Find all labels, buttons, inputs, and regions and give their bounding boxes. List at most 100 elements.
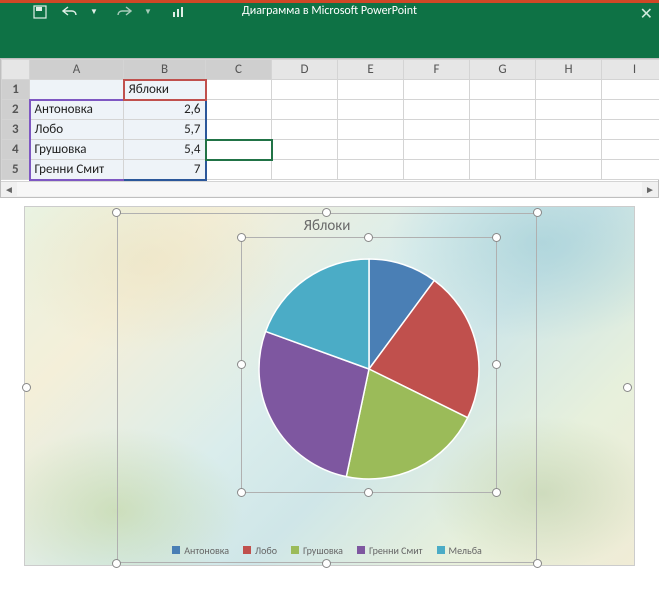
cell[interactable]: [536, 140, 602, 160]
cell[interactable]: [470, 160, 536, 180]
resize-handle[interactable]: [492, 360, 501, 369]
col-header[interactable]: G: [470, 60, 536, 80]
cell[interactable]: [470, 80, 536, 100]
row-header[interactable]: 5: [2, 160, 30, 180]
cell[interactable]: [536, 100, 602, 120]
cell-A4[interactable]: Грушовка: [30, 140, 124, 160]
resize-handle[interactable]: [112, 208, 121, 217]
save-icon[interactable]: [30, 2, 50, 22]
resize-handle[interactable]: [364, 488, 373, 497]
row-header[interactable]: 4: [2, 140, 30, 160]
legend-item[interactable]: Мельба: [437, 544, 482, 557]
col-header[interactable]: C: [206, 60, 272, 80]
cell[interactable]: [338, 120, 404, 140]
cell[interactable]: [206, 100, 272, 120]
redo-icon[interactable]: [114, 2, 134, 22]
resize-handle[interactable]: [533, 559, 542, 568]
legend-item[interactable]: Гренни Смит: [357, 544, 423, 557]
redo-dropdown-icon[interactable]: ▼: [138, 2, 158, 22]
horizontal-scrollbar[interactable]: ◄ ►: [1, 181, 658, 197]
resize-handle[interactable]: [533, 208, 542, 217]
cell[interactable]: [536, 80, 602, 100]
app-accent-bar: [0, 0, 659, 3]
cell[interactable]: [338, 100, 404, 120]
col-header[interactable]: F: [404, 60, 470, 80]
cell-A3[interactable]: Лобо: [30, 120, 124, 140]
spreadsheet[interactable]: A B C D E F G H I 1 Яблоки 2 Антоновка: [0, 58, 659, 198]
col-header[interactable]: H: [536, 60, 602, 80]
resize-handle[interactable]: [237, 360, 246, 369]
cell[interactable]: [602, 160, 659, 180]
resize-handle[interactable]: [237, 233, 246, 242]
cell[interactable]: [404, 140, 470, 160]
resize-handle[interactable]: [364, 233, 373, 242]
legend-swatch: [172, 546, 180, 554]
cell[interactable]: [404, 100, 470, 120]
cell[interactable]: [470, 100, 536, 120]
cell-B4[interactable]: 5,4: [124, 140, 206, 160]
cell[interactable]: [536, 160, 602, 180]
cell-A1[interactable]: [30, 80, 124, 100]
cell[interactable]: [470, 120, 536, 140]
col-header[interactable]: E: [338, 60, 404, 80]
undo-icon[interactable]: [60, 2, 80, 22]
resize-handle[interactable]: [623, 383, 632, 392]
resize-handle[interactable]: [492, 488, 501, 497]
chart-icon[interactable]: [168, 2, 188, 22]
cell[interactable]: [272, 80, 338, 100]
resize-handle[interactable]: [237, 488, 246, 497]
cell[interactable]: [338, 160, 404, 180]
close-icon[interactable]: ✕: [640, 4, 653, 24]
col-header[interactable]: B: [124, 60, 206, 80]
cell[interactable]: [272, 120, 338, 140]
cell[interactable]: [536, 120, 602, 140]
cell[interactable]: [338, 80, 404, 100]
resize-handle[interactable]: [22, 383, 31, 392]
scroll-right-icon[interactable]: ►: [642, 181, 658, 197]
legend-item[interactable]: Грушовка: [291, 544, 343, 557]
cell[interactable]: [602, 140, 659, 160]
cell[interactable]: [470, 140, 536, 160]
cell-A5[interactable]: Гренни Смит: [30, 160, 124, 180]
scroll-track[interactable]: [17, 182, 642, 196]
row-header[interactable]: 3: [2, 120, 30, 140]
undo-dropdown-icon[interactable]: ▼: [84, 2, 104, 22]
chart-selection-frame[interactable]: Яблоки Антоновка Лобо Грушовка Гренни См…: [117, 213, 537, 563]
cell-B2[interactable]: 2,6: [124, 100, 206, 120]
cell-B5[interactable]: 7: [124, 160, 206, 180]
cell[interactable]: [206, 120, 272, 140]
legend-item[interactable]: Антоновка: [172, 544, 229, 557]
cell[interactable]: [602, 80, 659, 100]
row-header[interactable]: 2: [2, 100, 30, 120]
select-all-cell[interactable]: [2, 60, 30, 80]
slide-background[interactable]: Яблоки Антоновка Лобо Грушовка Гренни См…: [24, 206, 635, 566]
cell[interactable]: [272, 100, 338, 120]
cell[interactable]: [602, 100, 659, 120]
cell[interactable]: [338, 140, 404, 160]
cell[interactable]: [404, 120, 470, 140]
resize-handle[interactable]: [112, 559, 121, 568]
chart-legend[interactable]: Антоновка Лобо Грушовка Гренни Смит Мель…: [117, 544, 537, 557]
scroll-left-icon[interactable]: ◄: [1, 181, 17, 197]
cell-C4-active[interactable]: [206, 140, 272, 160]
col-header[interactable]: A: [30, 60, 124, 80]
resize-handle[interactable]: [322, 208, 331, 217]
cell[interactable]: [206, 160, 272, 180]
cell-B1[interactable]: Яблоки: [124, 80, 206, 100]
cell-B3[interactable]: 5,7: [124, 120, 206, 140]
cell[interactable]: [404, 80, 470, 100]
legend-label: Мельба: [449, 544, 482, 557]
row-header[interactable]: 1: [2, 80, 30, 100]
col-header[interactable]: I: [602, 60, 659, 80]
cell[interactable]: [404, 160, 470, 180]
resize-handle[interactable]: [322, 559, 331, 568]
cell[interactable]: [272, 140, 338, 160]
cell[interactable]: [272, 160, 338, 180]
resize-handle[interactable]: [492, 233, 501, 242]
cell[interactable]: [602, 120, 659, 140]
cell-C1[interactable]: [206, 80, 272, 100]
cell-A2[interactable]: Антоновка: [30, 100, 124, 120]
legend-item[interactable]: Лобо: [243, 544, 277, 557]
pie-chart[interactable]: [249, 249, 489, 489]
col-header[interactable]: D: [272, 60, 338, 80]
